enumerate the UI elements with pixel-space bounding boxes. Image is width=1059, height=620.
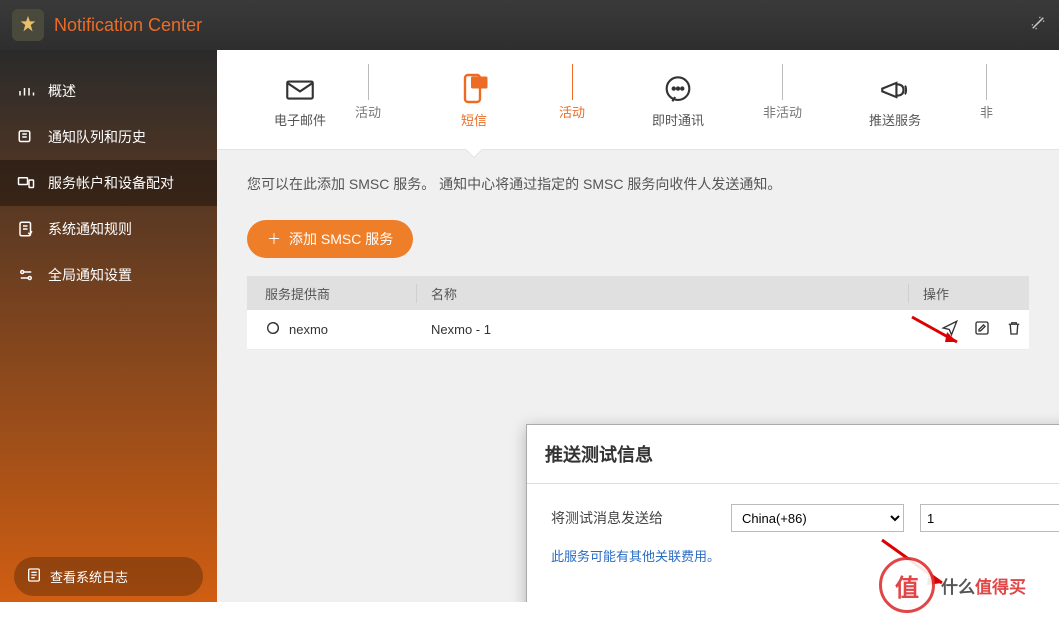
- sidebar-item-queue-history[interactable]: 通知队列和历史: [0, 114, 217, 160]
- sms-icon: [456, 70, 492, 110]
- send-test-icon[interactable]: [941, 319, 959, 340]
- devices-icon: [14, 174, 38, 192]
- sidebar-item-label: 概述: [48, 81, 76, 101]
- delete-icon[interactable]: [1005, 319, 1023, 340]
- content-area: 电子邮件 活动 短信 活动 即时通讯 非活动: [217, 50, 1059, 602]
- rules-icon: [14, 220, 38, 238]
- tab-status: 非: [980, 50, 1001, 149]
- app-title: Notification Center: [54, 15, 202, 36]
- sidebar-item-label: 系统通知规则: [48, 219, 132, 239]
- provider-icon: [265, 320, 281, 339]
- tab-label: 电子邮件: [274, 110, 326, 129]
- sidebar-bottom-label: 查看系统日志: [50, 567, 128, 586]
- col-provider: 服务提供商: [247, 284, 417, 303]
- wand-icon[interactable]: [1029, 14, 1047, 37]
- tab-push[interactable]: 推送服务: [810, 50, 980, 149]
- edit-icon[interactable]: [973, 319, 991, 340]
- col-name: 名称: [417, 284, 909, 303]
- page-hint: 您可以在此添加 SMSC 服务。 通知中心将通过指定的 SMSC 服务向收件人发…: [247, 174, 1029, 194]
- tab-sms[interactable]: 短信: [389, 50, 559, 149]
- sidebar-item-label: 通知队列和历史: [48, 127, 146, 147]
- email-icon: [283, 70, 317, 110]
- country-code-select[interactable]: China(+86): [731, 504, 904, 532]
- sidebar-item-global-settings[interactable]: 全局通知设置: [0, 252, 217, 298]
- sidebar-view-logs[interactable]: 查看系统日志: [14, 557, 203, 596]
- channel-tabs: 电子邮件 活动 短信 活动 即时通讯 非活动: [217, 50, 1059, 150]
- table-row: nexmo Nexmo - 1: [247, 310, 1029, 350]
- test-message-dialog: 推送测试信息 — ✕ 将测试消息发送给 China(+86) 此服务可能有其他关…: [526, 424, 1059, 602]
- megaphone-icon: [878, 70, 912, 110]
- tab-status: 非活动: [763, 50, 810, 149]
- sidebar-item-overview[interactable]: 概述: [0, 68, 217, 114]
- provider-name: nexmo: [289, 322, 328, 337]
- sidebar-item-label: 服务帐户和设备配对: [48, 173, 174, 193]
- plus-icon: ＋: [267, 229, 281, 249]
- service-name: Nexmo - 1: [417, 322, 909, 337]
- tab-label: 即时通讯: [652, 110, 704, 129]
- sidebar: 概述 通知队列和历史 服务帐户和设备配对 系统通知规则 全局通知设置 查看系统日…: [0, 50, 217, 602]
- tab-status: 活动: [355, 50, 389, 149]
- phone-number-input[interactable]: [920, 504, 1059, 532]
- sidebar-item-label: 全局通知设置: [48, 265, 132, 285]
- app-header: Notification Center: [0, 0, 1059, 50]
- sidebar-item-accounts-pairing[interactable]: 服务帐户和设备配对: [0, 160, 217, 206]
- add-smsc-button[interactable]: ＋ 添加 SMSC 服务: [247, 220, 413, 258]
- add-button-label: 添加 SMSC 服务: [289, 229, 393, 249]
- overview-icon: [14, 82, 38, 100]
- tab-label: 短信: [461, 110, 487, 129]
- tab-label: 推送服务: [869, 110, 921, 129]
- log-icon: [26, 567, 42, 586]
- settings-icon: [14, 266, 38, 284]
- tab-im[interactable]: 即时通讯: [593, 50, 763, 149]
- active-tab-indicator-icon: [466, 149, 482, 157]
- table-header: 服务提供商 名称 操作: [247, 276, 1029, 310]
- smsc-table: 服务提供商 名称 操作 nexmo Nexmo - 1: [247, 276, 1029, 350]
- sidebar-item-rules[interactable]: 系统通知规则: [0, 206, 217, 252]
- tab-status: 活动: [559, 50, 593, 149]
- list-icon: [14, 128, 38, 146]
- app-logo-icon: [12, 9, 44, 41]
- tab-email[interactable]: 电子邮件: [245, 50, 355, 149]
- col-ops: 操作: [909, 284, 1029, 303]
- chat-icon: [661, 70, 695, 110]
- dialog-title: 推送测试信息: [545, 441, 1059, 467]
- sendto-label: 将测试消息发送给: [551, 508, 731, 528]
- fee-note-link[interactable]: 此服务可能有其他关联费用。: [551, 546, 1059, 565]
